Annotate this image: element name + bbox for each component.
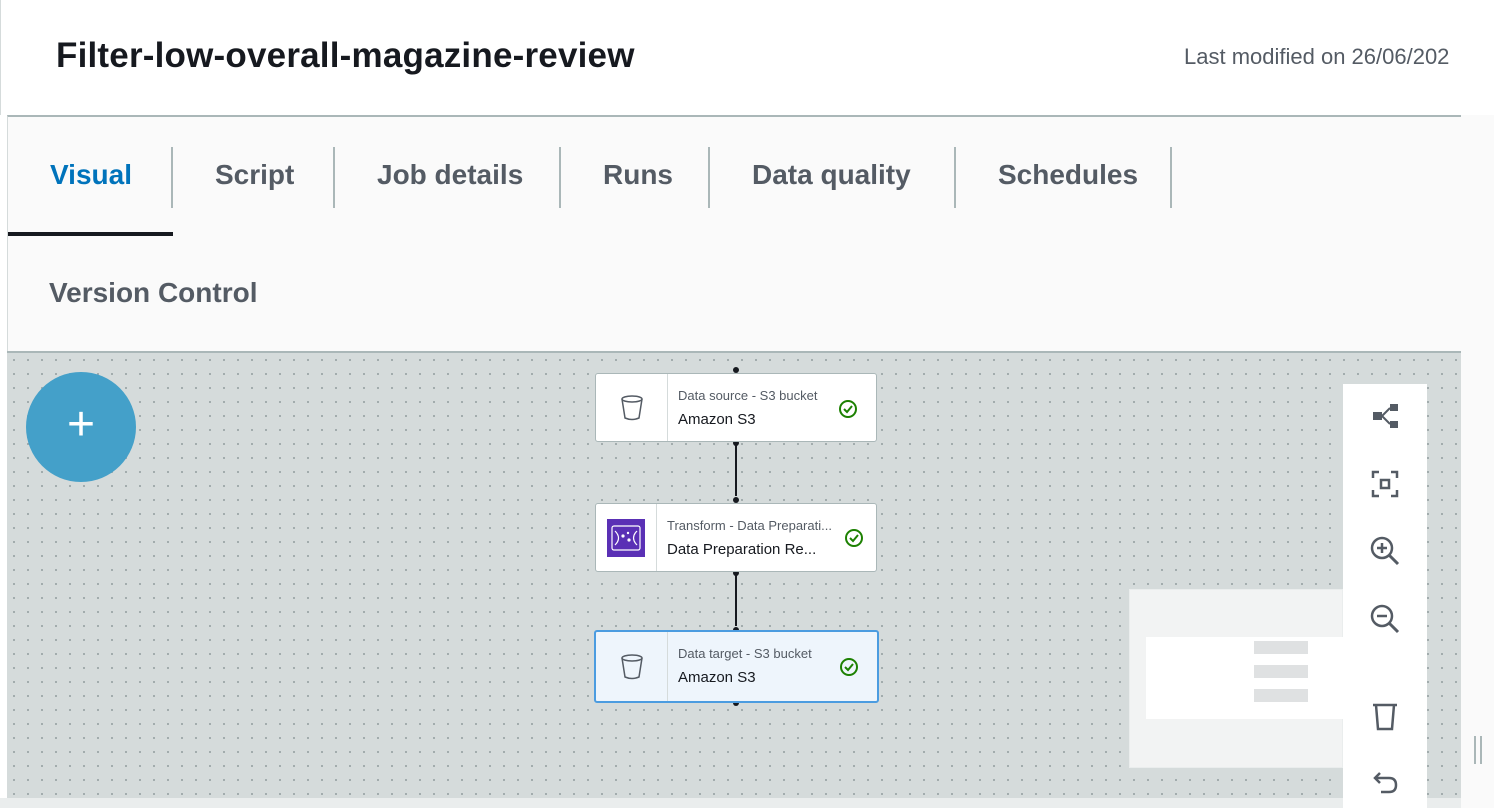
side-panel-gutter <box>1461 115 1494 808</box>
databrew-icon <box>607 518 645 557</box>
tab-label: Runs <box>603 159 673 190</box>
undo-button[interactable] <box>1369 768 1401 800</box>
edge-connector[interactable] <box>735 443 737 496</box>
tab-separator <box>1170 147 1172 208</box>
node-type-label: Data source - S3 bucket <box>678 388 818 403</box>
minimap-viewport[interactable] <box>1146 637 1344 719</box>
zoom-out-icon <box>1370 604 1400 634</box>
delete-button[interactable] <box>1369 700 1401 732</box>
node-icon-box <box>596 374 668 441</box>
job-header: Filter-low-overall-magazine-review Last … <box>0 0 1494 115</box>
node-type-label: Transform - Data Preparati... <box>667 518 832 533</box>
node-name-label: Data Preparation Re... <box>667 541 817 558</box>
s3-bucket-icon <box>620 653 643 679</box>
check-circle-icon <box>845 529 863 547</box>
tab-label: Data quality <box>752 159 911 190</box>
tab-label: Visual <box>50 159 132 190</box>
zoom-in-button[interactable] <box>1369 535 1401 567</box>
tab-label: Script <box>215 159 295 190</box>
tab-job-details[interactable]: Job details <box>335 147 561 237</box>
zoom-out-button[interactable] <box>1369 603 1401 635</box>
minimap-node <box>1254 689 1308 702</box>
fit-view-button[interactable] <box>1369 468 1401 500</box>
node-transform[interactable]: Transform - Data Preparati... Data Prepa… <box>595 503 877 572</box>
tab-runs[interactable]: Runs <box>561 147 710 237</box>
tab-label: Schedules <box>998 159 1139 190</box>
glue-studio-job-editor: Filter-low-overall-magazine-review Last … <box>0 0 1494 808</box>
check-circle-icon <box>839 400 857 418</box>
last-modified-text: Last modified on 26/06/202 <box>1184 44 1450 69</box>
tab-label: Job details <box>377 159 524 190</box>
canvas-toolbar <box>1343 384 1427 808</box>
canvas-minimap[interactable] <box>1129 589 1344 768</box>
layout-icon <box>1373 404 1398 428</box>
undo-icon <box>1373 772 1398 794</box>
minimap-node <box>1254 641 1308 654</box>
node-data-target[interactable]: Data target - S3 bucket Amazon S3 <box>594 630 879 703</box>
check-circle-icon <box>840 658 858 676</box>
resize-handle-icon[interactable] <box>1474 736 1482 764</box>
fit-view-icon <box>1371 470 1399 498</box>
tab-visual[interactable]: Visual <box>8 147 173 237</box>
tab-list: Visual Script Job details Runs Data qual… <box>8 147 1172 237</box>
node-data-source[interactable]: Data source - S3 bucket Amazon S3 <box>595 373 877 442</box>
node-type-label: Data target - S3 bucket <box>678 646 812 661</box>
edge-connector[interactable] <box>735 573 737 626</box>
node-name-label: Amazon S3 <box>678 669 756 686</box>
tab-version-control[interactable]: Version Control <box>49 277 257 309</box>
job-title: Filter-low-overall-magazine-review <box>56 36 635 75</box>
tab-panel: Visual Script Job details Runs Data qual… <box>7 115 1461 351</box>
tab-script[interactable]: Script <box>173 147 335 237</box>
add-node-button[interactable]: + <box>26 372 136 482</box>
delete-icon <box>1373 703 1397 731</box>
node-name-label: Amazon S3 <box>678 411 756 428</box>
zoom-in-icon <box>1370 536 1400 566</box>
minimap-node <box>1254 665 1308 678</box>
canvas-bottom-strip <box>0 798 1461 808</box>
tab-schedules[interactable]: Schedules <box>956 147 1172 237</box>
layout-button[interactable] <box>1369 400 1401 432</box>
node-icon-box <box>596 504 657 571</box>
tab-data-quality[interactable]: Data quality <box>710 147 956 237</box>
s3-bucket-icon <box>620 394 643 420</box>
node-icon-box <box>596 632 668 701</box>
